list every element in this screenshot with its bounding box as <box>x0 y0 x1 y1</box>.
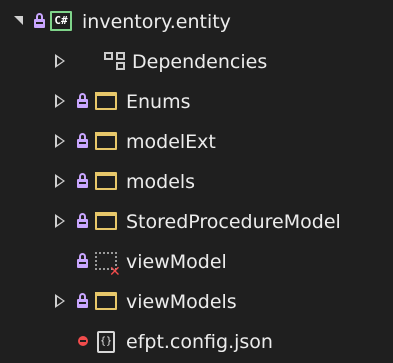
tree-row-efpt-config[interactable]: {} efpt.config.json <box>0 323 393 363</box>
tree-row-viewmodels[interactable]: viewModels <box>0 283 393 323</box>
project-label: inventory.entity <box>82 11 231 33</box>
tree-row-modelext[interactable]: modelExt <box>0 123 393 163</box>
json-file-icon: {} <box>97 331 115 353</box>
folder-icon <box>95 212 117 230</box>
tree-item-label: efpt.config.json <box>126 331 273 353</box>
chevron-right-inner <box>57 97 63 105</box>
tree-item-label: models <box>126 171 196 193</box>
tree-row-enums[interactable]: Enums <box>0 83 393 123</box>
lock-icon <box>77 213 88 229</box>
chevron-right-inner <box>57 137 63 145</box>
dependencies-icon <box>104 52 126 70</box>
tree-item-label: viewModel <box>126 251 227 273</box>
lock-icon <box>77 293 88 309</box>
tree-row-models[interactable]: models <box>0 163 393 203</box>
chevron-down-icon[interactable] <box>14 16 23 25</box>
folder-icon <box>95 132 117 150</box>
lock-icon <box>77 93 88 109</box>
tree-item-label: modelExt <box>126 131 216 153</box>
csharp-project-icon: C# <box>50 11 72 31</box>
error-x-icon: ✕ <box>109 264 121 280</box>
tree-item-label: viewModels <box>126 291 237 313</box>
tree-row-dependencies[interactable]: Dependencies <box>0 43 393 83</box>
tree-row-viewmodel[interactable]: ✕ viewModel <box>0 243 393 283</box>
solution-explorer-tree: C# inventory.entity Dependencies Enums m… <box>0 0 393 362</box>
tree-item-label: Enums <box>126 91 191 113</box>
lock-icon <box>77 133 88 149</box>
lock-icon <box>34 13 45 29</box>
chevron-right-inner <box>57 297 63 305</box>
tree-row-project[interactable]: C# inventory.entity <box>0 3 393 43</box>
tree-item-label: StoredProcedureModel <box>126 211 341 233</box>
chevron-right-inner <box>57 57 63 65</box>
chevron-right-inner <box>57 177 63 185</box>
chevron-right-inner <box>57 217 63 225</box>
lock-icon <box>77 173 88 189</box>
tree-row-storedproceduremodel[interactable]: StoredProcedureModel <box>0 203 393 243</box>
tree-item-label: Dependencies <box>132 51 268 73</box>
folder-icon <box>95 92 117 110</box>
lock-icon <box>77 253 88 269</box>
folder-icon <box>95 172 117 190</box>
folder-icon <box>95 292 117 310</box>
excluded-icon <box>78 336 88 346</box>
